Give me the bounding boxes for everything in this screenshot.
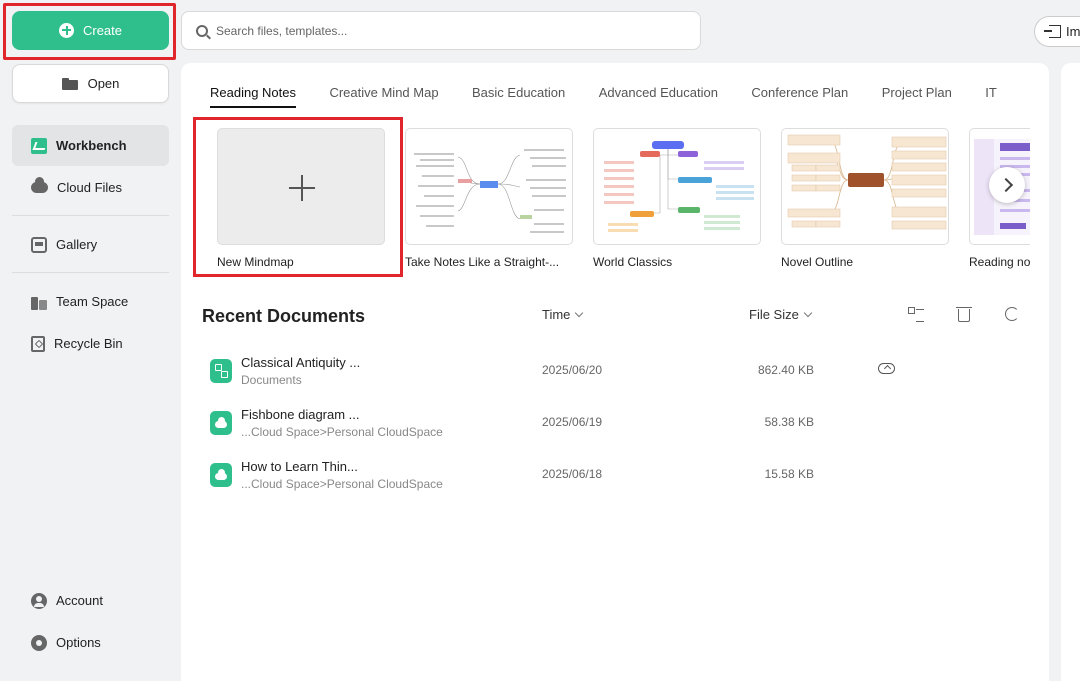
folder-icon xyxy=(61,77,78,90)
tab-advanced-education[interactable]: Advanced Education xyxy=(599,84,718,102)
template-label: Reading no xyxy=(969,255,1030,269)
create-button[interactable]: Create xyxy=(12,11,169,50)
document-size: 15.58 KB xyxy=(764,467,814,481)
right-panel xyxy=(1061,63,1080,681)
document-time: 2025/06/18 xyxy=(542,467,603,481)
search-box[interactable] xyxy=(181,11,701,50)
open-button[interactable]: Open xyxy=(12,64,169,103)
sidebar-item-team-space[interactable]: Team Space xyxy=(12,281,169,322)
column-header-time: Time xyxy=(542,307,571,322)
template-category-tabs: Reading Notes Creative Mind Map Basic Ed… xyxy=(210,84,1030,108)
sidebar-item-label: Cloud Files xyxy=(57,180,123,195)
document-time: 2025/06/19 xyxy=(542,415,603,429)
sidebar-item-label: Options xyxy=(56,635,101,650)
document-name: Classical Antiquity ... xyxy=(241,355,361,370)
template-card[interactable]: World Classics xyxy=(593,128,761,269)
open-button-label: Open xyxy=(87,76,120,91)
sidebar-item-label: Account xyxy=(56,593,103,608)
template-label: Take Notes Like a Straight-... xyxy=(405,255,560,269)
chevron-down-icon xyxy=(803,308,813,318)
document-name: Fishbone diagram ... xyxy=(241,407,360,422)
document-size: 58.38 KB xyxy=(764,415,814,429)
recent-documents-title: Recent Documents xyxy=(202,306,366,326)
template-label: World Classics xyxy=(593,255,673,269)
document-path: ...Cloud Space>Personal CloudSpace xyxy=(241,425,443,439)
table-row[interactable]: Classical Antiquity ... Documents 2025/0… xyxy=(202,349,1042,395)
search-input[interactable] xyxy=(216,23,676,38)
template-thumbnail-take-notes xyxy=(405,128,573,245)
plus-circle-icon xyxy=(58,23,74,38)
account-icon xyxy=(31,592,47,609)
template-thumbnail-novel-outline xyxy=(781,128,949,245)
sidebar-item-account[interactable]: Account xyxy=(12,580,169,621)
sidebar-item-recycle-bin[interactable]: Recycle Bin xyxy=(12,323,169,364)
sort-by-file-size[interactable]: File Size xyxy=(749,307,813,322)
tab-project-plan[interactable]: Project Plan xyxy=(882,84,952,102)
trash-icon[interactable] xyxy=(956,307,972,322)
create-button-label: Create xyxy=(82,23,123,38)
document-path: ...Cloud Space>Personal CloudSpace xyxy=(241,477,443,491)
template-thumbnail-world-classics xyxy=(593,128,761,245)
tab-creative-mind-map[interactable]: Creative Mind Map xyxy=(329,84,438,102)
recycle-bin-icon xyxy=(31,335,45,352)
column-header-file-size: File Size xyxy=(749,307,799,322)
mindmap-thumbnail-graphic xyxy=(787,134,947,230)
import-button[interactable]: Im xyxy=(1034,16,1080,47)
sort-by-time[interactable]: Time xyxy=(542,307,584,322)
cloud-file-icon xyxy=(210,411,232,435)
sidebar-item-label: Recycle Bin xyxy=(54,336,123,351)
sidebar-item-cloud-files[interactable]: Cloud Files xyxy=(12,167,169,208)
import-icon xyxy=(1044,25,1061,38)
gallery-icon xyxy=(31,236,47,253)
workbench-icon xyxy=(31,137,47,154)
sidebar-item-label: Workbench xyxy=(56,138,127,153)
search-icon xyxy=(196,24,208,37)
mindmap-thumbnail-graphic xyxy=(414,149,566,233)
sidebar-item-options[interactable]: Options xyxy=(12,622,169,663)
import-button-label: Im xyxy=(1066,24,1080,39)
tab-basic-education[interactable]: Basic Education xyxy=(472,84,565,102)
chevron-down-icon xyxy=(575,308,584,318)
sidebar-divider xyxy=(12,215,169,216)
tab-reading-notes[interactable]: Reading Notes xyxy=(210,84,296,108)
table-row[interactable]: Fishbone diagram ... ...Cloud Space>Pers… xyxy=(202,401,1042,447)
view-toggle-icon[interactable] xyxy=(908,307,924,322)
sidebar-item-label: Team Space xyxy=(56,294,129,309)
template-card[interactable]: Novel Outline xyxy=(781,128,949,269)
team-space-icon xyxy=(31,294,47,310)
template-card[interactable]: Take Notes Like a Straight-... xyxy=(405,128,573,269)
cloud-file-icon xyxy=(210,463,232,487)
document-size: 862.40 KB xyxy=(757,363,814,377)
cloud-icon xyxy=(31,177,48,193)
carousel-next-button[interactable] xyxy=(989,167,1025,203)
gear-icon xyxy=(31,634,47,651)
tab-conference-plan[interactable]: Conference Plan xyxy=(751,84,848,102)
sidebar-item-workbench[interactable]: Workbench xyxy=(12,125,169,166)
table-row[interactable]: How to Learn Thin... ...Cloud Space>Pers… xyxy=(202,453,1042,499)
new-mindmap-highlight-box xyxy=(193,117,403,277)
document-path: Documents xyxy=(241,373,302,387)
tab-it[interactable]: IT xyxy=(985,84,997,102)
mindmap-thumbnail-graphic xyxy=(604,141,754,232)
cloud-upload-icon[interactable] xyxy=(878,363,895,374)
document-name: How to Learn Thin... xyxy=(241,459,358,474)
sidebar-divider xyxy=(12,272,169,273)
refresh-icon[interactable] xyxy=(1005,307,1019,321)
template-label: Novel Outline xyxy=(781,255,854,269)
sidebar-item-gallery[interactable]: Gallery xyxy=(12,224,169,265)
sidebar-item-label: Gallery xyxy=(56,237,98,252)
document-time: 2025/06/20 xyxy=(542,363,603,377)
mindmap-file-icon xyxy=(210,359,232,383)
